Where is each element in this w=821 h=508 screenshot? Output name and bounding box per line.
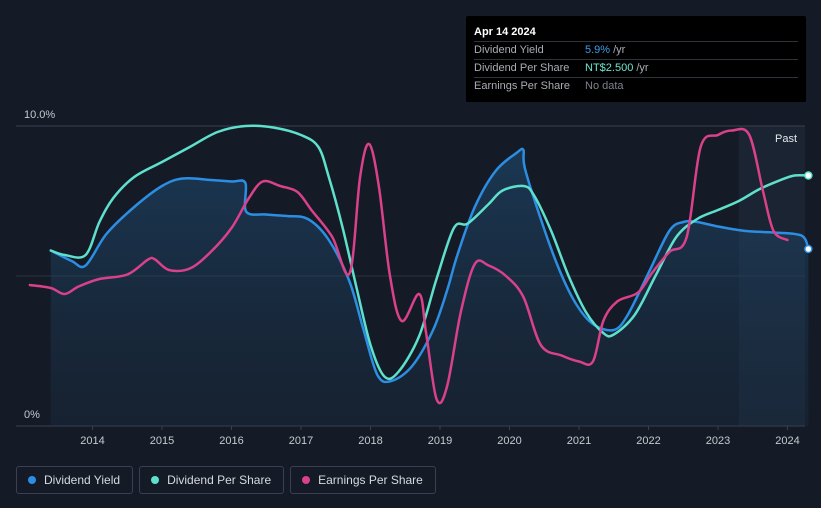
x-tick-label: 2024 <box>775 435 799 447</box>
x-tick-label: 2020 <box>497 435 521 447</box>
tooltip-label: Earnings Per Share <box>474 80 570 92</box>
tooltip-row-earnings-per-share: Earnings Per Share No data <box>474 77 798 95</box>
tooltip-row-dividend-yield: Dividend Yield 5.9%/yr <box>474 41 798 59</box>
x-tick-label: 2015 <box>150 435 174 447</box>
past-label: Past <box>775 133 797 145</box>
x-tick-label: 2019 <box>428 435 452 447</box>
legend-item-dividend-yield[interactable]: Dividend Yield <box>16 466 134 494</box>
legend-dot-icon <box>28 476 36 484</box>
endpoint-marker-dividend-per-share <box>804 171 813 180</box>
x-tick-label: 2018 <box>358 435 382 447</box>
x-tick-label: 2021 <box>567 435 591 447</box>
tooltip-label: Dividend Yield <box>474 44 544 56</box>
y-tick-label-bottom: 0% <box>24 409 40 421</box>
x-tick-label: 2014 <box>80 435 104 447</box>
legend-item-earnings-per-share[interactable]: Earnings Per Share <box>290 466 436 494</box>
x-tick-label: 2023 <box>706 435 730 447</box>
y-tick-label-top: 10.0% <box>24 109 55 121</box>
tooltip-date: Apr 14 2024 <box>474 26 536 38</box>
legend-item-dividend-per-share[interactable]: Dividend Per Share <box>139 466 285 494</box>
tooltip-label: Dividend Per Share <box>474 62 570 74</box>
tooltip: Apr 14 2024 Dividend Yield 5.9%/yr Divid… <box>466 16 806 102</box>
legend-dot-icon <box>302 476 311 484</box>
x-tick-label: 2016 <box>219 435 243 447</box>
tooltip-row-dividend-per-share: Dividend Per Share NT$2.500/yr <box>474 59 798 77</box>
tooltip-value: No data <box>585 80 624 92</box>
legend-label: Earnings Per Share <box>318 473 423 487</box>
legend-label: Dividend Per Share <box>167 473 272 487</box>
x-tick-label: 2022 <box>636 435 660 447</box>
endpoint-marker-dividend-yield <box>804 244 813 254</box>
legend-label: Dividend Yield <box>44 473 121 487</box>
tooltip-value: NT$2.500/yr <box>585 62 649 74</box>
x-tick-label: 2017 <box>289 435 313 447</box>
legend-dot-icon <box>151 476 160 484</box>
tooltip-value: 5.9%/yr <box>585 44 626 56</box>
legend: Dividend Yield Dividend Per Share Earnin… <box>16 466 436 494</box>
